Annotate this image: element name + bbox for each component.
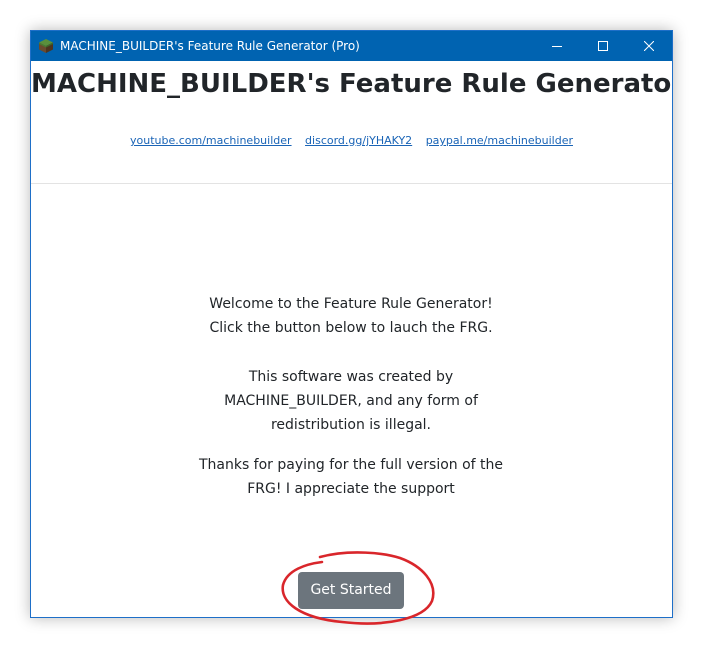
page-title: MACHINE_BUILDER's Feature Rule Generator — [31, 69, 673, 99]
minimize-icon — [552, 46, 562, 47]
get-started-button[interactable]: Get Started — [298, 572, 404, 609]
app-window: MACHINE_BUILDER's Feature Rule Generator… — [30, 30, 673, 618]
copyright-notice: This software was created by MACHINE_BUI… — [224, 369, 478, 433]
welcome-paragraph: Welcome to the Feature Rule Generator! C… — [181, 292, 521, 340]
welcome-line-1: Welcome to the Feature Rule Generator! — [209, 296, 493, 312]
app-header: MACHINE_BUILDER's Feature Rule Generator… — [31, 61, 672, 184]
maximize-icon — [598, 41, 608, 51]
paypal-link[interactable]: paypal.me/machinebuilder — [426, 134, 573, 147]
welcome-line-2: Click the button below to lauch the FRG. — [209, 320, 493, 336]
discord-link[interactable]: discord.gg/jYHAKY2 — [305, 134, 412, 147]
minimize-button[interactable] — [534, 31, 580, 61]
minecraft-block-icon — [39, 39, 53, 53]
title-bar[interactable]: MACHINE_BUILDER's Feature Rule Generator… — [31, 31, 672, 61]
close-icon — [644, 41, 654, 51]
maximize-button[interactable] — [580, 31, 626, 61]
thanks-text: Thanks for paying for the full version o… — [198, 457, 504, 497]
window-title: MACHINE_BUILDER's Feature Rule Generator… — [60, 39, 360, 53]
youtube-link[interactable]: youtube.com/machinebuilder — [130, 134, 292, 147]
social-links: youtube.com/machinebuilder discord.gg/jY… — [31, 134, 672, 148]
close-button[interactable] — [626, 31, 672, 61]
welcome-message: Welcome to the Feature Rule Generator! C… — [181, 292, 521, 501]
